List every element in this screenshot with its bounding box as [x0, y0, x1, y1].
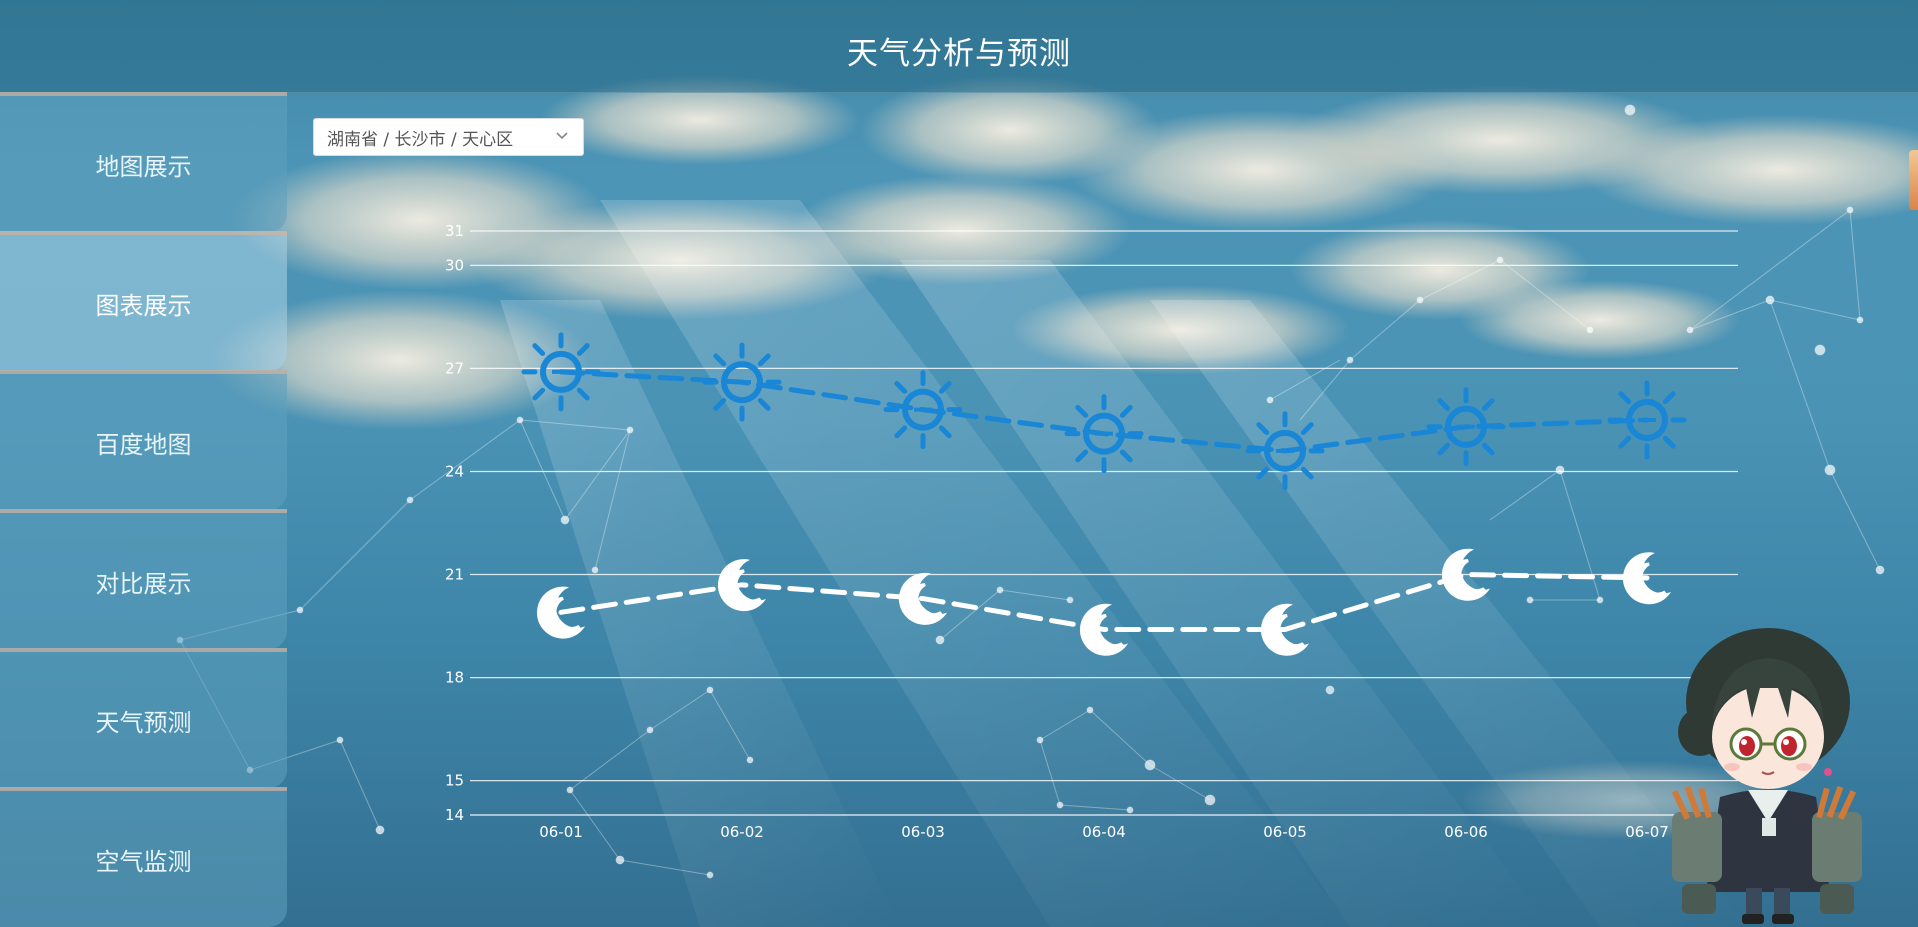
y-tick-label: 31 — [445, 222, 464, 240]
x-tick-label: 06-01 — [539, 823, 583, 841]
sun-ray — [1119, 449, 1133, 463]
sun-icon — [1064, 394, 1144, 474]
sun-icon — [1245, 411, 1325, 491]
y-tick-label: 24 — [445, 462, 464, 480]
x-tick-label: 06-04 — [1082, 823, 1126, 841]
y-tick-label: 14 — [445, 806, 464, 824]
chart-series — [521, 332, 1687, 656]
sun-icon — [702, 342, 782, 422]
sun-ray — [938, 425, 952, 439]
sun-ray — [713, 398, 727, 411]
x-tick-label: 06-03 — [901, 823, 945, 841]
series-high-temp — [521, 332, 1687, 491]
sun-ray — [1300, 466, 1314, 480]
sun-ray — [576, 387, 590, 401]
y-tick-label: 18 — [445, 669, 464, 687]
sun-icon — [1426, 387, 1506, 467]
scrollbar-thumb[interactable] — [1909, 150, 1918, 210]
sun-ray — [713, 353, 727, 367]
sun-icon — [883, 370, 963, 450]
sun-ray — [1437, 398, 1451, 411]
sun-ray — [894, 425, 908, 439]
series-low-temp — [536, 548, 1671, 656]
sun-icon — [521, 332, 601, 412]
sun-ray — [894, 380, 908, 394]
sun-ray — [1662, 391, 1676, 405]
sun-ray — [1618, 391, 1632, 405]
sun-ray — [1437, 442, 1451, 456]
x-tick-label: 06-02 — [720, 823, 764, 841]
y-tick-label: 27 — [445, 359, 464, 377]
y-tick-label: 30 — [445, 256, 464, 274]
sun-ray — [532, 387, 546, 401]
sun-ray — [576, 343, 590, 356]
x-tick-label: 06-06 — [1444, 823, 1488, 841]
sun-ray — [532, 343, 546, 356]
sun-ray — [1256, 466, 1270, 480]
y-tick-label: 21 — [445, 566, 464, 584]
sun-ray — [938, 380, 952, 394]
sun-ray — [1618, 435, 1632, 449]
sun-ray — [757, 398, 771, 411]
sun-ray — [1662, 435, 1676, 449]
sun-ray — [757, 353, 771, 367]
sun-ray — [1075, 405, 1089, 418]
sun-ray — [1481, 442, 1495, 456]
sun-ray — [1119, 405, 1133, 418]
sun-icon — [1607, 380, 1687, 460]
x-tick-label: 06-05 — [1263, 823, 1307, 841]
anime-girl-mascot-icon[interactable] — [1660, 622, 1875, 927]
chart-axes: 14 15 18 21 24 27 30 31 06-01 06-02 06-03 06-04 06-0… — [445, 222, 1669, 841]
sun-ray — [1256, 422, 1270, 435]
sun-ray — [1300, 422, 1314, 435]
sun-ray — [1075, 449, 1089, 463]
y-tick-label: 15 — [445, 772, 464, 790]
temperature-line-chart: 14 15 18 21 24 27 30 31 06-01 06-02 06-03 06-04 06-0… — [445, 222, 1738, 841]
chart-grid — [470, 230, 1738, 816]
sun-ray — [1481, 398, 1495, 411]
